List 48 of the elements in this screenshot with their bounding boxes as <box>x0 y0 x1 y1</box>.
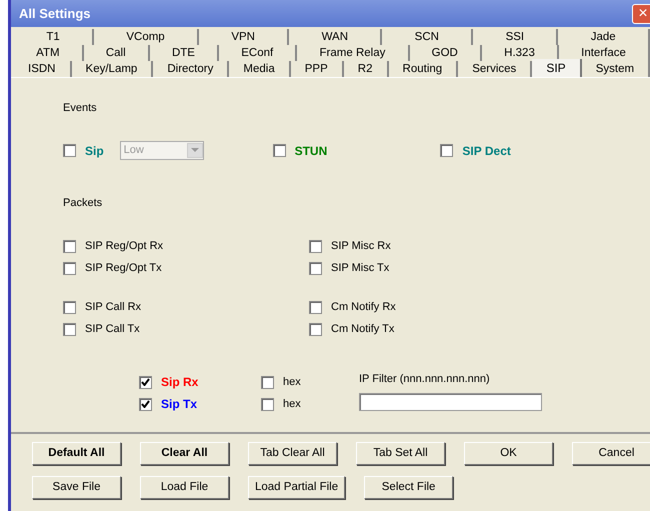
tab[interactable]: SIP <box>532 59 582 77</box>
checkbox[interactable] <box>63 240 76 252</box>
action-button[interactable]: Cancel <box>572 442 650 465</box>
checkbox[interactable] <box>63 262 76 274</box>
checkbox-label: hex <box>283 374 301 390</box>
checkbox-label: STUN <box>294 142 328 160</box>
checkbox-label: hex <box>283 396 301 412</box>
action-button[interactable]: Tab Clear All <box>248 442 337 465</box>
ip-filter-field[interactable] <box>359 392 542 410</box>
checkbox-label: SIP Call Tx <box>85 322 140 337</box>
checkbox-label: SIP Misc Tx <box>331 260 390 276</box>
action-button[interactable]: Tab Set All <box>356 442 445 465</box>
checkbox-label: Cm Notify Rx <box>331 300 396 315</box>
action-button[interactable]: Clear All <box>140 442 229 465</box>
checkbox[interactable] <box>272 144 286 157</box>
section-heading: Packets <box>63 196 104 210</box>
checkbox[interactable] <box>261 376 274 388</box>
dropdown-value: Low <box>124 143 144 158</box>
action-button[interactable]: Save File <box>32 476 121 499</box>
window-title: All Settings <box>19 4 91 23</box>
checkbox[interactable] <box>261 398 274 410</box>
checkbox[interactable] <box>440 144 454 157</box>
close-button[interactable]: × <box>632 4 650 24</box>
checkbox-label: Sip Rx <box>161 374 198 391</box>
checkbox[interactable] <box>139 398 152 410</box>
checkbox[interactable] <box>309 322 322 336</box>
checkbox[interactable] <box>309 240 322 252</box>
checkbox-label: SIP Reg/Opt Rx <box>85 238 164 254</box>
section-heading: Events <box>63 101 98 116</box>
action-button[interactable]: Default All <box>32 442 121 465</box>
checkbox[interactable] <box>139 376 152 388</box>
checkbox-label: Sip <box>85 142 104 160</box>
checkbox[interactable] <box>309 300 322 314</box>
checkbox-label: SIP Call Rx <box>85 300 142 315</box>
checkbox-label: SIP Dect <box>462 142 511 160</box>
field-label: IP Filter (nnn.nnn.nnn.nnn) <box>359 372 491 387</box>
checkbox-label: Cm Notify Tx <box>331 322 394 337</box>
checkbox[interactable] <box>63 144 76 157</box>
action-button[interactable]: Load Partial File <box>248 476 346 499</box>
checkbox-label: SIP Misc Rx <box>331 238 391 254</box>
checkbox[interactable] <box>63 300 76 314</box>
checkbox-label: Sip Tx <box>161 396 198 413</box>
checkbox-label: SIP Reg/Opt Tx <box>85 260 162 276</box>
checkbox[interactable] <box>309 262 322 274</box>
checkbox[interactable] <box>63 322 76 336</box>
action-button[interactable]: Select File <box>364 476 454 499</box>
action-button[interactable]: OK <box>464 442 553 465</box>
action-button[interactable]: Load File <box>140 476 229 499</box>
